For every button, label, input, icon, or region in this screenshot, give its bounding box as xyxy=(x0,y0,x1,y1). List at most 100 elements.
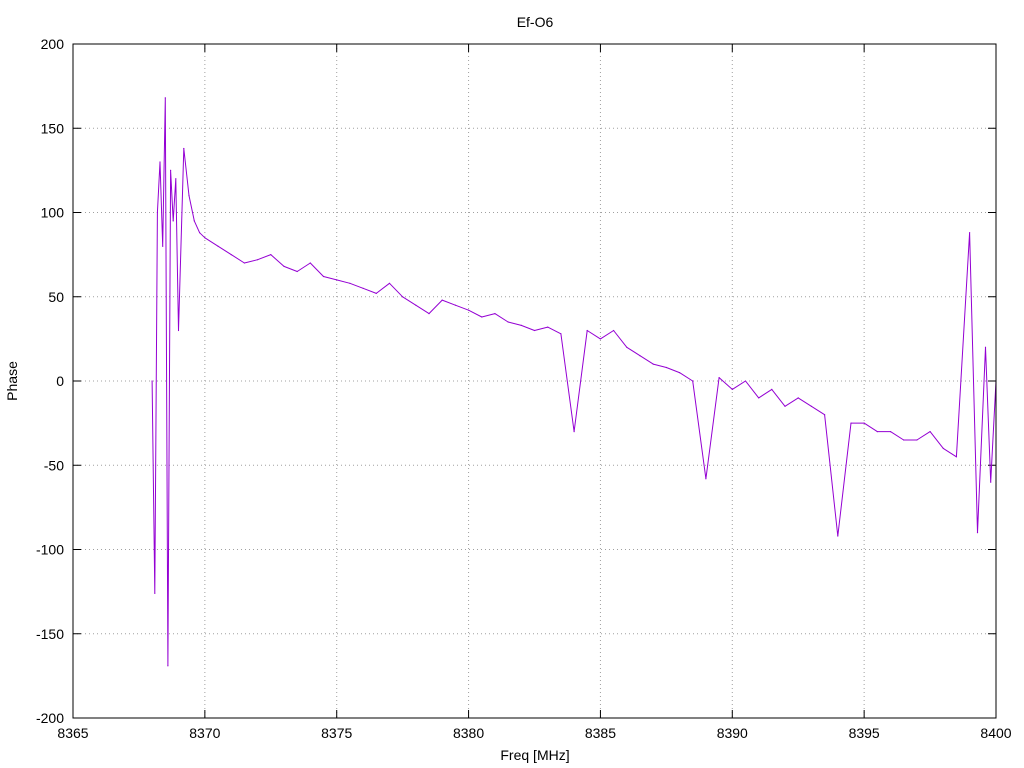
data-point xyxy=(441,299,443,301)
data-point xyxy=(533,329,536,332)
y-tick-label: 150 xyxy=(41,120,65,136)
data-point xyxy=(573,431,575,433)
y-tick-label: 0 xyxy=(56,373,64,389)
data-point xyxy=(678,372,681,374)
data-point xyxy=(336,279,338,281)
data-point xyxy=(375,292,377,294)
y-tick-labels: -200 -150 -100 -50 0 50 100 150 200 xyxy=(36,36,64,726)
data-point xyxy=(188,195,190,197)
data-point xyxy=(362,287,364,289)
data-point xyxy=(969,232,971,234)
data-point xyxy=(322,275,325,278)
data-point xyxy=(547,326,549,328)
x-tick-labels: 8365 8370 8375 8380 8385 8390 8395 8400 xyxy=(57,725,1011,741)
data-point xyxy=(230,254,232,256)
y-tick-label: -100 xyxy=(36,542,64,558)
data-point xyxy=(984,346,987,348)
x-tick-label: 8380 xyxy=(453,725,484,741)
data-point xyxy=(850,422,852,424)
data-point xyxy=(665,366,668,369)
data-point xyxy=(415,304,417,306)
data-point xyxy=(863,422,865,424)
y-tick-label: 200 xyxy=(41,36,65,52)
data-point xyxy=(172,220,174,222)
data-point xyxy=(154,592,156,594)
data-point xyxy=(744,380,747,382)
x-tick-label: 8385 xyxy=(585,725,616,741)
data-point xyxy=(257,259,259,261)
data-point xyxy=(784,405,786,407)
data-point xyxy=(468,309,470,311)
data-point xyxy=(586,329,588,332)
x-tick-label: 8400 xyxy=(980,725,1011,741)
data-point xyxy=(929,431,931,433)
data-point xyxy=(454,304,456,306)
y-tick-label: -150 xyxy=(36,626,64,642)
data-point xyxy=(402,296,404,298)
x-tick-label: 8395 xyxy=(849,725,880,741)
data-point xyxy=(283,265,285,267)
data-point xyxy=(167,665,169,667)
data-point xyxy=(177,329,180,332)
chart-title: Ef-O6 xyxy=(517,14,554,30)
phase-chart: Ef-O6 8365 8370 8375 8380 8385 8390 8395 8400 -… xyxy=(4,14,1012,763)
data-point xyxy=(481,316,483,318)
data-point xyxy=(170,169,172,171)
data-point xyxy=(916,439,918,441)
y-tick-label: 50 xyxy=(48,289,64,305)
series-group xyxy=(151,97,997,667)
data-point xyxy=(652,363,654,365)
data-point xyxy=(990,481,992,483)
x-tick-label: 8365 xyxy=(57,725,88,741)
data-point xyxy=(837,535,839,537)
data-point xyxy=(692,380,694,382)
y-axis-label: Phase xyxy=(4,361,20,401)
grid-lines xyxy=(73,44,996,718)
data-point xyxy=(388,282,391,284)
data-point xyxy=(428,313,430,315)
data-point xyxy=(889,431,892,433)
data-point xyxy=(903,439,905,441)
data-point xyxy=(824,414,826,416)
y-tick-label: -200 xyxy=(36,710,64,726)
data-point xyxy=(560,333,562,335)
series-line xyxy=(151,97,997,667)
data-point xyxy=(199,232,201,234)
data-point xyxy=(175,178,177,180)
data-point xyxy=(156,211,158,214)
data-point xyxy=(626,346,628,348)
data-point xyxy=(810,405,813,407)
data-point xyxy=(976,532,979,534)
data-point xyxy=(309,262,311,264)
data-point xyxy=(162,245,164,247)
x-tick-label: 8370 xyxy=(189,725,220,741)
data-point xyxy=(705,478,707,480)
data-point xyxy=(507,321,509,323)
data-point xyxy=(296,270,298,273)
data-point xyxy=(159,161,161,163)
data-point xyxy=(204,237,206,239)
data-point xyxy=(731,388,733,390)
data-point xyxy=(164,97,166,99)
data-point xyxy=(193,220,195,222)
data-point xyxy=(718,377,720,379)
data-point xyxy=(270,254,272,256)
x-tick-label: 8375 xyxy=(321,725,352,741)
data-point xyxy=(758,397,760,399)
data-point xyxy=(639,355,641,357)
y-tick-label: -50 xyxy=(44,457,64,473)
data-point xyxy=(217,245,219,247)
data-point xyxy=(942,447,944,449)
y-tick-label: 100 xyxy=(41,205,65,221)
data-point xyxy=(797,397,799,399)
data-point xyxy=(183,147,185,150)
data-point xyxy=(494,313,496,315)
data-point xyxy=(771,388,773,390)
data-point xyxy=(243,262,245,264)
x-axis-label: Freq [MHz] xyxy=(500,747,569,763)
x-tick-label: 8390 xyxy=(717,725,748,741)
data-point xyxy=(349,282,351,284)
data-point xyxy=(876,431,878,433)
data-point xyxy=(151,380,153,382)
data-point xyxy=(955,456,958,458)
